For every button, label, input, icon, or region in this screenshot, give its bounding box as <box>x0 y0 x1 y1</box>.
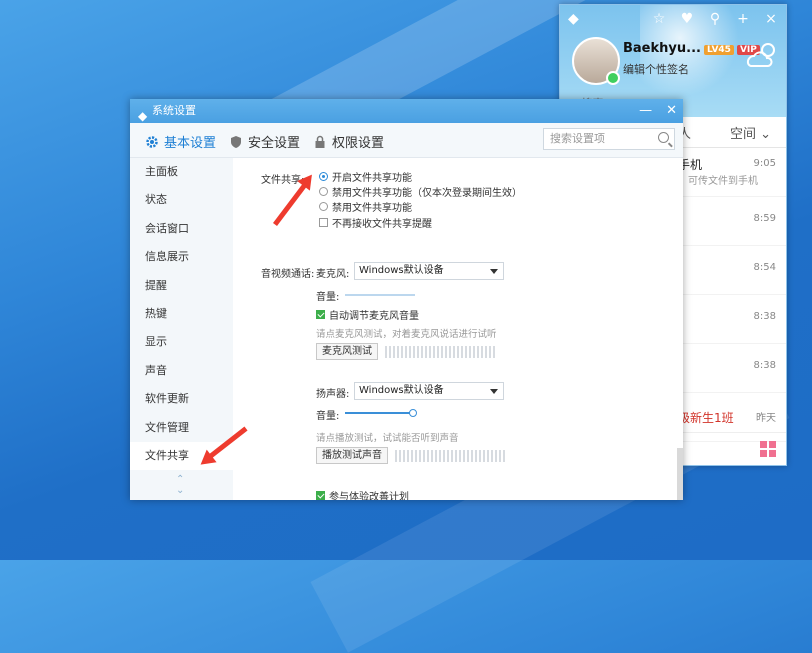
avatar[interactable] <box>572 37 620 85</box>
tab-permission-settings[interactable]: 权限设置 <box>313 132 384 151</box>
mic-label: 麦克风: <box>316 269 350 280</box>
settings-dialog: ◆ 系统设置 — ✕ 基本设置 安全设置 权限设置 搜索设置项 主面板 状态 会话… <box>130 99 683 500</box>
speaker-volume-label: 音量: <box>316 411 340 422</box>
mic-device-select[interactable]: Windows默认设备 <box>354 262 504 280</box>
radio-label: 开启文件共享功能 <box>332 173 412 184</box>
qq-logo-icon: ◆ <box>568 11 579 27</box>
mic-hint: 请点麦克风测试，对着麦克风说话进行试听 <box>316 329 497 340</box>
radio-disable-session[interactable]: 禁用文件共享功能（仅本次登录期间生效） <box>319 184 522 199</box>
sidebar-item-info-display[interactable]: 信息展示 <box>130 243 233 271</box>
sidebar-item-main-panel[interactable]: 主面板 <box>130 158 233 186</box>
mic-volume-meter <box>345 294 415 296</box>
close-icon[interactable]: × <box>762 11 780 27</box>
sidebar-item-reminder[interactable]: 提醒 <box>130 272 233 300</box>
tab-security-settings[interactable]: 安全设置 <box>229 132 300 151</box>
tab-basic-settings[interactable]: 基本设置 <box>145 132 216 151</box>
signature[interactable]: 编辑个性签名 <box>623 61 689 77</box>
radio-label: 禁用文件共享功能（仅本次登录期间生效） <box>332 188 522 199</box>
speaker-label: 扬声器: <box>316 389 350 400</box>
radio-icon <box>319 187 328 196</box>
online-status-icon <box>606 71 620 85</box>
checkbox-auto-adjust-mic[interactable]: 自动调节麦克风音量 <box>316 307 419 322</box>
av-call-label: 音视频通话: <box>261 269 315 280</box>
item-time: 8:54 <box>753 262 776 273</box>
mic-volume-label: 音量: <box>316 292 340 303</box>
checkbox-icon <box>319 218 328 227</box>
mic-level-meter <box>385 346 495 358</box>
settings-search-input[interactable]: 搜索设置项 <box>543 128 675 150</box>
checkbox-join-improve[interactable]: 参与体验改善计划 <box>316 488 409 500</box>
sidebar-item-sound[interactable]: 声音 <box>130 357 233 385</box>
search-icon[interactable] <box>658 132 669 143</box>
sidebar-item-hotkeys[interactable]: 热键 <box>130 300 233 328</box>
add-icon[interactable]: + <box>734 11 752 27</box>
radio-enable-file-share[interactable]: 开启文件共享功能 <box>319 169 412 184</box>
checkbox-label: 参与体验改善计划 <box>329 492 409 500</box>
sidebar-scroll-icon[interactable]: ⌃ ⌄ <box>176 474 184 496</box>
tab-security-label: 安全设置 <box>248 136 301 151</box>
radio-label: 禁用文件共享功能 <box>332 203 412 214</box>
mic-test-button[interactable]: 麦克风测试 <box>316 343 378 360</box>
sidebar-item-file-management[interactable]: 文件管理 <box>130 414 233 442</box>
checkbox-checked-icon <box>316 491 325 500</box>
weather-icon[interactable] <box>744 39 778 69</box>
settings-content: 文件共享: 开启文件共享功能 禁用文件共享功能（仅本次登录期间生效） 禁用文件共… <box>233 158 683 500</box>
item-name: 级新生1班 <box>678 411 734 425</box>
search-placeholder: 搜索设置项 <box>550 132 605 145</box>
item-message: ，可传文件到手机 <box>678 176 758 187</box>
shirt-icon[interactable]: ♥ <box>678 11 696 27</box>
username: Baekhyu... LV45 VIP <box>623 41 760 56</box>
play-test-sound-button[interactable]: 播放测试声音 <box>316 447 388 464</box>
mic-device-value: Windows默认设备 <box>359 265 444 276</box>
checkbox-checked-icon <box>316 310 325 319</box>
sidebar-item-display[interactable]: 显示 <box>130 328 233 356</box>
dialog-title: 系统设置 <box>152 104 196 117</box>
radio-icon <box>319 202 328 211</box>
lock-icon[interactable]: ⚲ <box>706 11 724 27</box>
radio-selected-icon <box>319 172 328 181</box>
tab-space-label: 空间 <box>730 127 757 142</box>
sidebar-item-status[interactable]: 状态 <box>130 186 233 214</box>
item-time: 8:38 <box>753 311 776 322</box>
checkbox-label: 自动调节麦克风音量 <box>329 311 419 322</box>
speaker-hint: 请点播放测试，试试能否听到声音 <box>316 433 459 444</box>
slider-handle[interactable] <box>409 409 417 417</box>
settings-tabs: 基本设置 安全设置 权限设置 搜索设置项 <box>130 123 683 158</box>
username-text: Baekhyu... <box>623 41 701 56</box>
item-time: 8:59 <box>753 213 776 224</box>
chevron-down-icon <box>490 389 498 394</box>
checkbox-no-reminder[interactable]: 不再接收文件共享提醒 <box>319 215 432 230</box>
lock-icon <box>315 135 325 148</box>
minimize-icon[interactable]: — <box>639 99 652 123</box>
close-icon[interactable]: ✕ <box>666 99 677 123</box>
sidebar-item-chat-window[interactable]: 会话窗口 <box>130 215 233 243</box>
sidebar-item-software-update[interactable]: 软件更新 <box>130 385 233 413</box>
star-icon[interactable]: ☆ <box>650 11 668 27</box>
content-scrollbar[interactable] <box>677 448 683 500</box>
speaker-volume-slider[interactable] <box>345 409 417 417</box>
tab-basic-label: 基本设置 <box>164 136 217 151</box>
gear-icon <box>146 135 158 148</box>
level-badge: LV45 <box>703 45 734 55</box>
item-time: 昨天 <box>756 413 776 424</box>
speaker-device-select[interactable]: Windows默认设备 <box>354 382 504 400</box>
tab-permission-label: 权限设置 <box>332 136 385 151</box>
speaker-device-value: Windows默认设备 <box>359 385 444 396</box>
item-time: 9:05 <box>753 158 776 169</box>
item-time: 8:38 <box>753 360 776 371</box>
dialog-titlebar[interactable]: ◆ 系统设置 — ✕ <box>130 99 683 123</box>
checkbox-label: 不再接收文件共享提醒 <box>332 219 432 230</box>
chevron-down-icon <box>490 269 498 274</box>
tab-space[interactable]: 空间 ⌄ <box>730 123 771 142</box>
radio-disable-file-share[interactable]: 禁用文件共享功能 <box>319 199 412 214</box>
speaker-level-meter <box>395 450 505 462</box>
shield-icon <box>231 135 241 148</box>
apps-grid-icon[interactable] <box>760 441 776 457</box>
